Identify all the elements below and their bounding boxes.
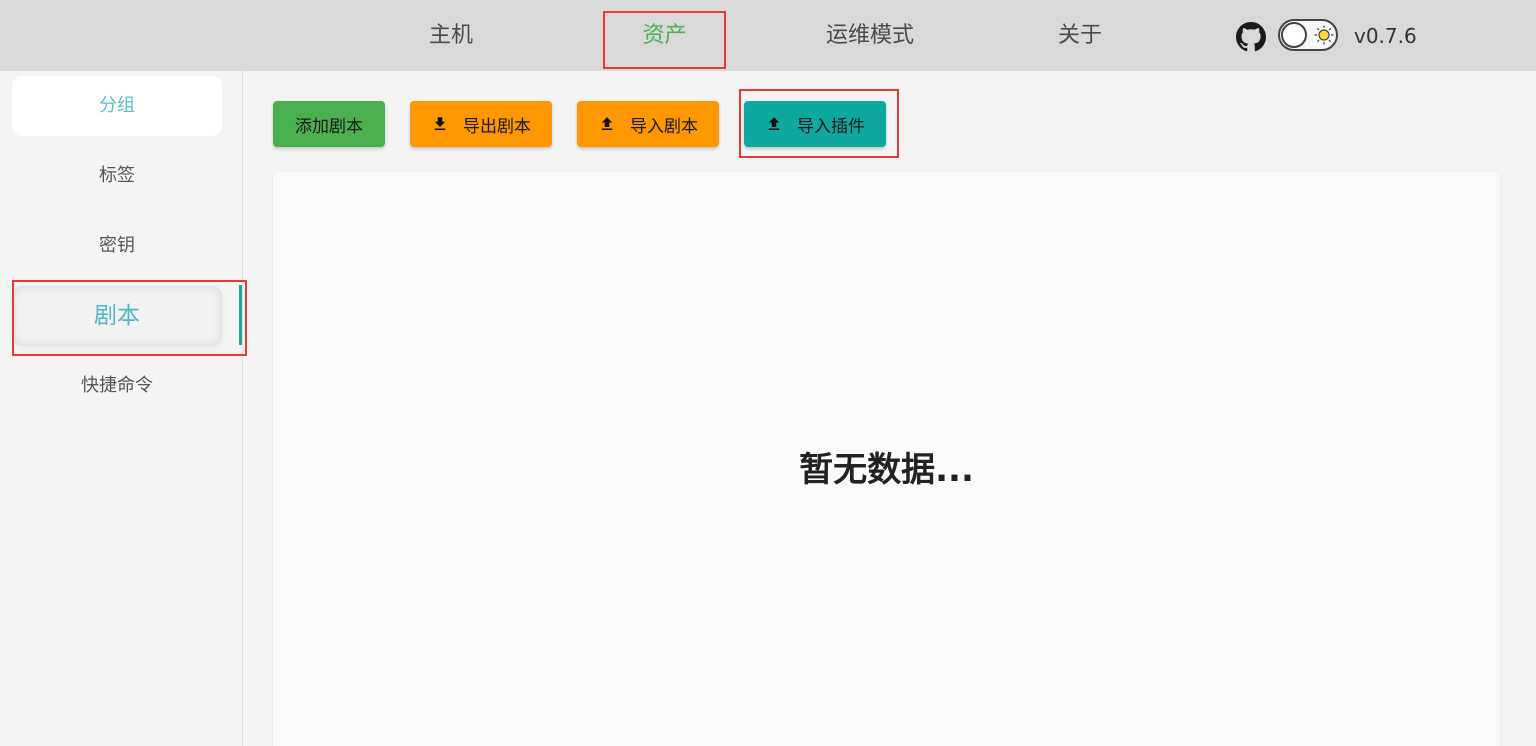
sidebar-item-groups[interactable]: 分组 <box>12 76 222 136</box>
download-icon <box>434 117 446 130</box>
nav-tab-ops-mode[interactable]: 运维模式 <box>810 0 930 71</box>
export-script-button[interactable]: 导出剧本 <box>410 101 552 147</box>
nav-tab-about[interactable]: 关于 <box>1040 0 1120 71</box>
sidebar-item-keys[interactable]: 密钥 <box>12 216 222 276</box>
version-label: v0.7.6 <box>1354 24 1417 48</box>
highlight-box-import-plugin <box>739 89 899 158</box>
import-script-label: 导入剧本 <box>630 116 698 137</box>
content-panel: 暂无数据... <box>273 172 1500 746</box>
theme-toggle[interactable] <box>1278 19 1338 51</box>
github-icon[interactable] <box>1236 22 1266 52</box>
top-nav-bar: 主机 资产 运维模式 关于 v0.7.6 <box>0 0 1536 71</box>
export-script-label: 导出剧本 <box>463 116 531 137</box>
toggle-knob <box>1281 22 1307 48</box>
add-script-label: 添加剧本 <box>295 116 363 137</box>
nav-tab-assets[interactable]: 资产 <box>603 11 726 69</box>
sun-icon <box>1314 25 1334 45</box>
empty-state-text: 暂无数据... <box>799 450 974 490</box>
sidebar-item-quick-commands[interactable]: 快捷命令 <box>12 356 222 416</box>
add-script-button[interactable]: 添加剧本 <box>273 101 385 147</box>
import-script-button[interactable]: 导入剧本 <box>577 101 719 147</box>
upload-icon <box>601 117 613 130</box>
sidebar-item-tags[interactable]: 标签 <box>12 146 222 206</box>
nav-tab-hosts[interactable]: 主机 <box>406 0 496 71</box>
highlight-box-sidebar <box>12 280 247 356</box>
